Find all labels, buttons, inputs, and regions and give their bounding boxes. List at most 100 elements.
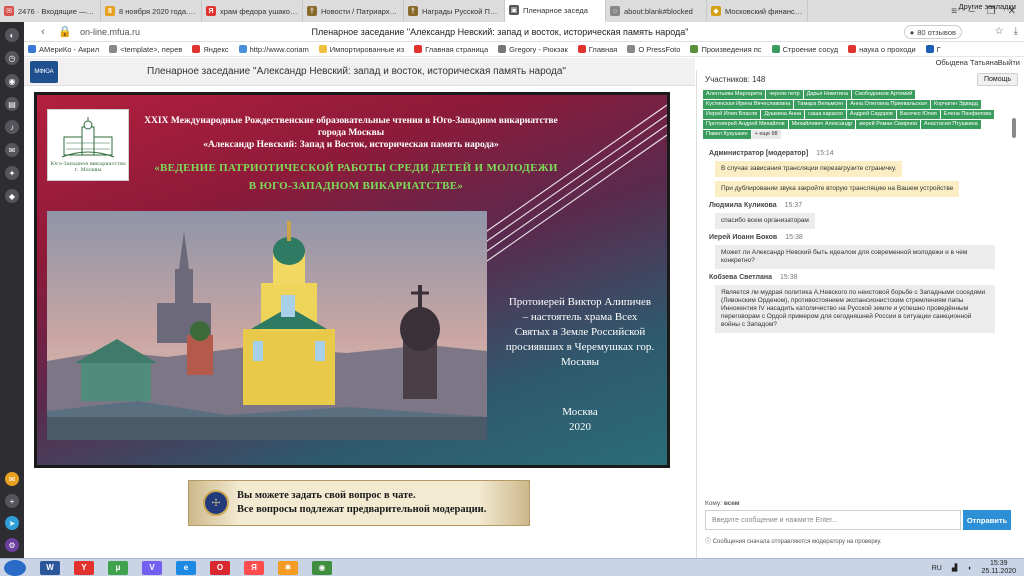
participant-chip[interactable]: Павел Кукушкин [703, 130, 751, 139]
url-field[interactable]: on-line.mfua.ru [80, 27, 140, 37]
participant-chip[interactable]: Васечко Юлия [896, 110, 940, 119]
banner-text: Вы можете задать свой вопрос в чате. Все… [237, 489, 486, 517]
yandex-mail-icon[interactable]: ✉ [5, 472, 19, 486]
browser-tab[interactable]: † Новости / Патриархия.ru [303, 0, 404, 22]
system-tray: RU ▟ ◖ 15:39 25.11.2020 [932, 560, 1016, 576]
browser-tab-bar: ✉ 2476 · Входящие — Яндекс 8 8 ноября 2020 … [0, 0, 1024, 22]
participant-chip[interactable]: Тамара Вельмсен [794, 100, 847, 109]
network-icon[interactable]: ▟ [952, 564, 957, 572]
chrome-taskbar-icon[interactable]: ◉ [312, 560, 332, 575]
odnoklassniki-taskbar-icon[interactable]: ✱ [278, 560, 298, 575]
participant-chip[interactable]: черняк петр [766, 90, 803, 99]
alice-icon[interactable]: ◉ [5, 74, 19, 88]
participant-chip[interactable]: Корчагин Эдвард [930, 100, 981, 109]
back-icon[interactable]: ‹ [36, 26, 50, 38]
page-header: МФЮА Пленарное заседание "Александр Невс… [24, 58, 695, 86]
bookmark-label: http://www.coriam [249, 44, 309, 54]
logout-link[interactable]: Выйти [998, 58, 1020, 67]
opera-taskbar-icon[interactable]: O [210, 560, 230, 575]
collections-icon[interactable]: ▤ [5, 97, 19, 111]
clock[interactable]: 15:39 25.11.2020 [981, 560, 1016, 576]
message-text: Является ли мудрая политика А.Невского п… [715, 285, 995, 333]
participant-chip[interactable]: Протоиерей Андрей Михайлов [703, 120, 788, 129]
browser-tab[interactable]: Яхрам федора ушакова в [202, 0, 303, 22]
info-icon: ⓘ [705, 539, 712, 545]
download-icon[interactable]: ⤓ [1014, 26, 1018, 37]
torrent-taskbar-icon[interactable]: μ [108, 560, 128, 575]
browser-tab[interactable]: ▣ Пленарное заседа [505, 0, 606, 22]
help-button[interactable]: Помощь [976, 73, 1018, 86]
bookmark-item[interactable]: Gregory - Рюкзак [498, 45, 568, 54]
browser-tab[interactable]: ◆ Московский финансово [707, 0, 808, 22]
participant-chip[interactable]: Иерей Илия Власов [703, 110, 761, 119]
participant-chip[interactable]: иерей Роман Смирнов [856, 120, 920, 129]
bookmark-favicon-icon [192, 45, 201, 53]
user-name: Обыдена Татьяна [935, 58, 998, 67]
browser-tab[interactable]: ○ about:blank#blocked [606, 0, 707, 22]
participant-chip[interactable]: Анастасия Птушкина [921, 120, 981, 129]
bookmark-item[interactable]: Главная страница [414, 45, 488, 54]
other-bookmarks[interactable]: Другие закладки [959, 2, 1016, 11]
recipient-value[interactable]: всем [724, 500, 740, 507]
participant-chip[interactable]: Михайлевич Александр [788, 120, 856, 129]
settings-icon[interactable]: ⚙ [5, 538, 19, 552]
telegram-icon[interactable]: ➤ [5, 516, 19, 530]
bookmark-item[interactable]: наука о проходи [848, 45, 916, 54]
ie-taskbar-icon[interactable]: e [176, 560, 196, 575]
browser-tab[interactable]: ✉ 2476 · Входящие — Яндекс [0, 0, 101, 22]
browser-tab[interactable]: 8 8 ноября 2020 года. + Пр [101, 0, 202, 22]
tab-menu-icon[interactable]: ≡ [951, 6, 957, 17]
tab-favicon-icon: Я [206, 6, 216, 16]
browser-tab[interactable]: † Награды Русской Правос [404, 0, 505, 22]
chat-message: Кобзева Светлана 15:38 Является ли мудрая … [703, 274, 1013, 333]
bookmark-item[interactable]: Строение сосуд [771, 45, 838, 54]
zen-icon[interactable]: ✦ [5, 166, 19, 180]
messenger-icon[interactable]: ◆ [5, 189, 19, 203]
reviews-badge[interactable]: ● 80 отзывов [903, 25, 962, 39]
participant-chip[interactable]: Алентьева Маргарита [703, 90, 766, 99]
bookmark-item[interactable]: <template>, перев [109, 45, 182, 54]
participant-chip[interactable]: Свободников Артемий [852, 90, 916, 99]
participant-chip[interactable]: Дарья Никитина [803, 90, 852, 99]
yandex-taskbar-icon[interactable]: Y [74, 560, 94, 575]
windows-taskbar: W Yμ Ve O Я ✱ ◉ RU ▟ ◖ 15:39 25.11.2020 [0, 558, 1024, 576]
viber-taskbar-icon[interactable]: V [142, 560, 162, 575]
bookmark-item[interactable]: Произведения пс [690, 45, 762, 54]
participant-chip[interactable]: Анна Олеговна Приевальская [847, 100, 930, 109]
send-button[interactable]: Отправить [963, 510, 1011, 530]
more-participants[interactable]: + еще 98 [751, 130, 781, 139]
history-icon[interactable]: ◷ [5, 51, 19, 65]
lock-icon[interactable]: 🔒 [58, 25, 72, 38]
bookmark-favicon-icon [771, 45, 780, 53]
music-icon[interactable]: ♪ [5, 120, 19, 134]
word-taskbar-icon[interactable]: W [40, 560, 60, 575]
bookmark-item[interactable]: АМериКо - Акрил [28, 45, 99, 54]
bookmark-star-icon[interactable]: ☆ [995, 26, 1004, 37]
bookmark-label: Gregory - Рюкзак [509, 44, 568, 54]
message-text: спасибо всем организаторам [715, 213, 815, 229]
bookmark-item[interactable]: http://www.coriam [238, 44, 309, 54]
yandex-2-taskbar-icon[interactable]: Я [244, 560, 264, 575]
mail-icon[interactable]: ✉ [5, 143, 19, 157]
participant-chip[interactable]: Елена Панфилова [940, 110, 995, 119]
bookmark-item[interactable]: О PressFoto [627, 45, 680, 54]
participant-chip[interactable]: саша караско [805, 110, 846, 119]
participant-chip[interactable]: Душкина Анна [761, 110, 805, 119]
bookmark-item[interactable]: Главная [577, 45, 617, 54]
add-icon[interactable]: + [5, 494, 19, 508]
mfua-logo[interactable]: МФЮА [30, 60, 58, 83]
slide-speaker-text: Протоиерей Виктор Алипичев – настоятель … [505, 296, 655, 368]
start-button[interactable] [4, 559, 26, 576]
participant-chip[interactable]: Кустинская Ирина Вячеславовна [703, 100, 794, 109]
bookmark-favicon-icon [498, 45, 507, 53]
bookmark-item[interactable]: Г [925, 45, 941, 54]
bookmark-item[interactable]: Яндекс [192, 45, 229, 54]
volume-icon[interactable]: ◖ [967, 565, 971, 572]
participants-scrollbar[interactable] [1012, 118, 1016, 138]
video-player[interactable]: Юго-Западное викариатство г. Москвы XXIX… [34, 92, 670, 468]
language-indicator[interactable]: RU [932, 565, 942, 572]
participant-chip[interactable]: Андрей Сидоров [846, 110, 896, 119]
profile-icon[interactable]: ◐ [5, 28, 19, 42]
chat-message-input[interactable]: Введите сообщение и нажмите Enter... [705, 510, 961, 530]
bookmark-item[interactable]: Импортированные из [318, 45, 404, 54]
